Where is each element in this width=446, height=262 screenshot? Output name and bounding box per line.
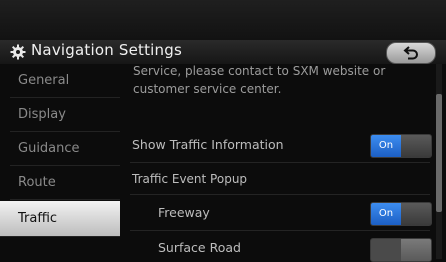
freeway-toggle[interactable]: On: [370, 202, 432, 226]
sidebar-item-route[interactable]: Route: [10, 166, 120, 200]
traffic-event-popup-label: Traffic Event Popup: [132, 172, 248, 186]
gear-icon: [10, 44, 26, 60]
back-button[interactable]: [386, 42, 436, 64]
divider: [130, 194, 430, 195]
settings-content: Service, please contact to SXM website o…: [120, 64, 432, 262]
show-traffic-info-label: Show Traffic Information: [132, 137, 284, 152]
divider: [130, 230, 430, 231]
sidebar: General Display Guidance Route Traffic: [0, 64, 120, 259]
status-bar: [0, 0, 446, 40]
sidebar-item-traffic[interactable]: Traffic: [0, 201, 120, 237]
toggle-on-label: On: [371, 135, 401, 157]
service-notice: Service, please contact to SXM website o…: [133, 64, 386, 96]
back-arrow-icon: [403, 46, 418, 60]
surface-road-toggle[interactable]: [370, 238, 432, 262]
page-title: Navigation Settings: [31, 41, 182, 59]
show-traffic-info-toggle[interactable]: On: [370, 134, 432, 158]
sidebar-item-general[interactable]: General: [10, 64, 120, 98]
sidebar-item-guidance[interactable]: Guidance: [10, 132, 120, 166]
scrollbar[interactable]: [436, 64, 442, 259]
scroll-thumb[interactable]: [436, 94, 442, 212]
surface-road-label: Surface Road: [158, 240, 241, 255]
freeway-label: Freeway: [158, 205, 210, 220]
toggle-on-label: On: [371, 203, 401, 225]
sidebar-item-display[interactable]: Display: [10, 98, 120, 132]
divider: [130, 162, 430, 163]
